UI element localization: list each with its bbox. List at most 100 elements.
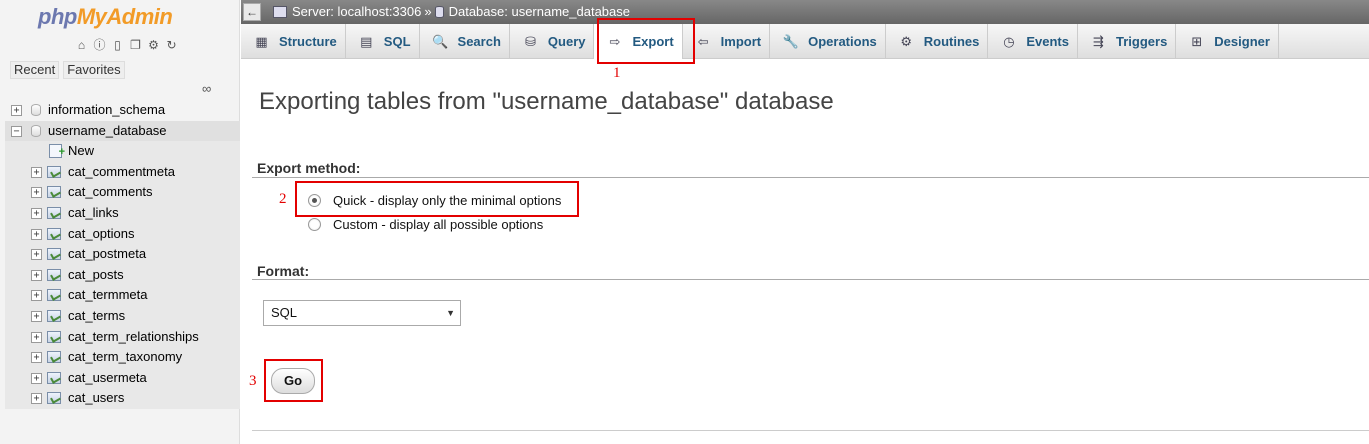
tree-table-row[interactable]: + cat_options <box>5 224 240 245</box>
db-label[interactable]: username_database <box>48 121 167 141</box>
tab-operations[interactable]: 🔧 Operations <box>770 24 886 58</box>
expand-icon[interactable]: + <box>31 187 42 199</box>
expand-icon[interactable]: + <box>31 331 42 343</box>
tab-triggers[interactable]: ⇶ Triggers <box>1078 24 1177 58</box>
expand-icon[interactable]: + <box>31 352 42 364</box>
favorites-button[interactable]: Favorites <box>63 61 125 79</box>
tree-table-row[interactable]: + cat_links <box>5 203 240 224</box>
format-label: Format: <box>257 263 310 279</box>
table-label[interactable]: cat_termmeta <box>68 285 147 305</box>
wrench-icon: 🔧 <box>782 33 799 49</box>
tab-sql[interactable]: ▤ SQL <box>346 24 420 58</box>
tree-table-row[interactable]: + cat_posts <box>5 265 240 286</box>
expand-icon[interactable]: + <box>31 393 42 405</box>
tab-routines[interactable]: ⚙ Routines <box>886 24 989 58</box>
tab-designer[interactable]: ⊞ Designer <box>1176 24 1279 58</box>
search-icon: 🔍 <box>431 33 449 49</box>
settings-icon[interactable]: ⚙ <box>146 38 161 53</box>
breadcrumb-separator: » <box>424 4 432 19</box>
format-select[interactable]: SQL ▼ <box>263 300 461 326</box>
table-label[interactable]: cat_links <box>68 203 119 223</box>
collapse-icon[interactable]: − <box>11 125 22 137</box>
tree-table-row[interactable]: + cat_comments <box>5 182 240 203</box>
expand-icon[interactable]: + <box>31 166 42 178</box>
tree-table-row[interactable]: + cat_users <box>5 388 240 409</box>
table-icon <box>47 309 61 322</box>
highlight-export-tab <box>597 18 695 64</box>
expand-icon[interactable]: + <box>31 249 42 261</box>
format-value: SQL <box>271 305 298 320</box>
tab-structure[interactable]: ▦ Structure <box>241 24 346 58</box>
breadcrumb-database[interactable]: Database: username_database <box>449 4 630 19</box>
copy-icon[interactable]: ❐ <box>128 38 143 53</box>
tab-label: Triggers <box>1116 33 1168 49</box>
tree-table-row[interactable]: + cat_postmeta <box>5 244 240 265</box>
tab-bar: ▦ Structure ▤ SQL 🔍 Search ⛁ Query ⇨ Export ⇦ Impor… <box>241 24 1369 59</box>
tree-db-information-schema[interactable]: + information_schema <box>5 100 240 121</box>
divider <box>252 279 1369 280</box>
structure-icon: ▦ <box>255 33 268 49</box>
expand-icon[interactable]: + <box>31 228 42 240</box>
table-label[interactable]: cat_options <box>68 224 135 244</box>
link-icon[interactable]: ∞ <box>202 81 211 96</box>
tree-db-username-database[interactable]: − username_database <box>5 120 240 142</box>
db-label[interactable]: information_schema <box>48 100 165 120</box>
info-icon[interactable]: ⓘ <box>92 38 107 53</box>
expand-icon[interactable]: + <box>31 269 42 281</box>
back-arrow-icon[interactable]: ← <box>243 3 261 21</box>
custom-option-label[interactable]: Custom - display all possible options <box>333 217 543 232</box>
tree-new-table[interactable]: New <box>5 141 240 162</box>
tree-table-row[interactable]: + cat_terms <box>5 306 240 327</box>
highlight-go-button <box>264 359 323 402</box>
tree-table-row[interactable]: + cat_term_relationships <box>5 327 240 348</box>
export-method-label: Export method: <box>257 160 361 176</box>
docs-icon[interactable]: ▯ <box>110 38 125 53</box>
triggers-icon: ⇶ <box>1093 33 1104 49</box>
tree-table-row[interactable]: + cat_termmeta <box>5 285 240 306</box>
custom-export-option[interactable]: Custom - display all possible options <box>308 217 543 232</box>
table-label[interactable]: cat_commentmeta <box>68 162 175 182</box>
tab-label: Query <box>547 33 586 49</box>
expand-icon[interactable]: + <box>31 207 42 219</box>
table-label[interactable]: cat_postmeta <box>68 244 146 264</box>
tab-events[interactable]: ◷ Events <box>988 24 1078 58</box>
table-icon <box>47 392 61 405</box>
server-icon <box>273 5 287 18</box>
expand-icon[interactable]: + <box>31 290 42 302</box>
tab-label: Structure <box>279 33 337 49</box>
table-icon <box>47 186 61 199</box>
table-label[interactable]: cat_term_taxonomy <box>68 347 182 367</box>
breadcrumb-server[interactable]: Server: localhost:3306 <box>292 4 421 19</box>
reload-icon[interactable]: ↻ <box>164 38 179 53</box>
table-label[interactable]: cat_usermeta <box>68 368 147 388</box>
table-icon <box>47 330 61 343</box>
phpmyadmin-logo[interactable]: phpMyAdmin <box>38 4 173 30</box>
table-label[interactable]: cat_users <box>68 388 124 408</box>
table-label[interactable]: cat_terms <box>68 306 125 326</box>
table-label[interactable]: cat_comments <box>68 182 153 202</box>
tree-table-row[interactable]: + cat_term_taxonomy <box>5 347 240 368</box>
tab-import[interactable]: ⇦ Import <box>683 24 771 58</box>
tab-query[interactable]: ⛁ Query <box>510 24 595 58</box>
new-label[interactable]: New <box>68 141 94 161</box>
logo-php-text: php <box>38 4 77 29</box>
tab-search[interactable]: 🔍 Search <box>420 24 510 58</box>
recent-favorites-bar: Recent Favorites <box>10 61 125 79</box>
expand-icon[interactable]: + <box>31 310 42 322</box>
breadcrumb: Server: localhost:3306 » Database: usern… <box>273 4 630 19</box>
tree-table-row[interactable]: + cat_commentmeta <box>5 162 240 183</box>
table-icon <box>47 248 61 261</box>
table-icon <box>47 227 61 240</box>
tree-table-row[interactable]: + cat_usermeta <box>5 368 240 389</box>
table-label[interactable]: cat_term_relationships <box>68 327 199 347</box>
home-icon[interactable]: ⌂ <box>74 38 89 53</box>
recent-button[interactable]: Recent <box>10 61 60 79</box>
custom-radio[interactable] <box>308 218 321 231</box>
database-tree: + information_schema − username_database… <box>5 100 240 409</box>
table-label[interactable]: cat_posts <box>68 265 124 285</box>
page-title: Exporting tables from "username_database… <box>259 88 834 115</box>
database-icon <box>31 124 41 137</box>
annotation-marker-3: 3 <box>249 373 257 389</box>
expand-icon[interactable]: + <box>31 372 42 384</box>
expand-icon[interactable]: + <box>11 105 22 116</box>
